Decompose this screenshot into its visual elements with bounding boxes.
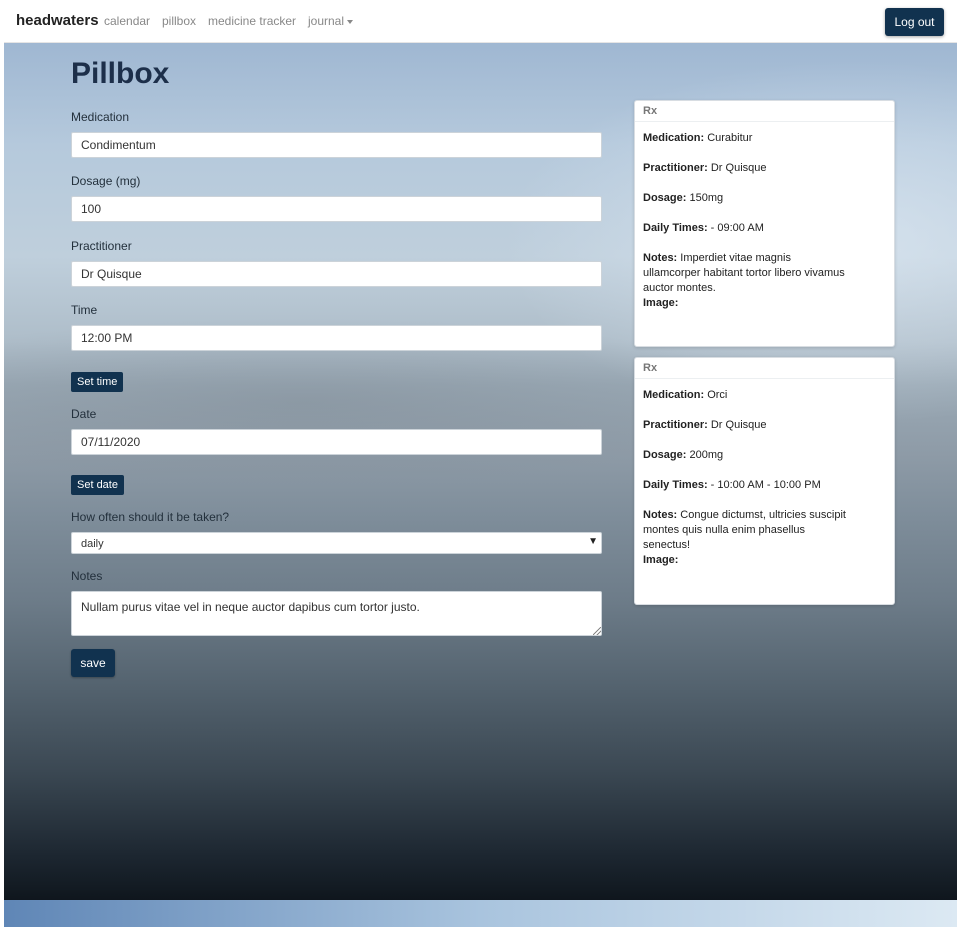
rx-medication-key: Medication: bbox=[643, 389, 705, 401]
rx-dosage: Dosage: 150mg bbox=[643, 191, 886, 206]
frequency-select-value: daily bbox=[81, 538, 104, 550]
rx-image-key: Image: bbox=[643, 297, 679, 309]
date-label: Date bbox=[71, 407, 97, 421]
background-strip bbox=[4, 900, 957, 927]
date-input[interactable] bbox=[71, 429, 602, 455]
dropdown-arrow-icon: ▼ bbox=[588, 536, 598, 547]
rx-dosage-value: 200mg bbox=[689, 449, 724, 461]
rx-card: Rx Medication: Curabitur Practitioner: D… bbox=[634, 100, 895, 347]
nav-link-medicine-tracker[interactable]: medicine tracker bbox=[208, 14, 296, 28]
navbar: headwaters calendar pillbox medicine tra… bbox=[4, 0, 957, 43]
dosage-input[interactable] bbox=[71, 196, 602, 222]
practitioner-label: Practitioner bbox=[71, 239, 132, 253]
page-title: Pillbox bbox=[71, 57, 170, 90]
rx-notes-key: Notes: bbox=[643, 509, 678, 521]
rx-card-body: Medication: Curabitur Practitioner: Dr Q… bbox=[635, 122, 894, 311]
rx-daily-times: Daily Times: - 10:00 AM - 10:00 PM bbox=[643, 478, 886, 493]
nav-link-pillbox[interactable]: pillbox bbox=[162, 14, 196, 28]
time-label: Time bbox=[71, 303, 98, 317]
rx-daily-times-key: Daily Times: bbox=[643, 479, 708, 491]
rx-practitioner: Practitioner: Dr Quisque bbox=[643, 161, 886, 176]
notes-label: Notes bbox=[71, 569, 103, 583]
rx-medication: Medication: Curabitur bbox=[643, 131, 886, 146]
rx-dosage-value: 150mg bbox=[689, 192, 724, 204]
medication-input[interactable] bbox=[71, 132, 602, 158]
rx-daily-times-key: Daily Times: bbox=[643, 222, 708, 234]
rx-card-header: Rx bbox=[635, 358, 894, 379]
practitioner-input[interactable] bbox=[71, 261, 602, 287]
caret-down-icon bbox=[347, 19, 354, 24]
rx-medication-value: Orci bbox=[707, 389, 728, 401]
medication-label: Medication bbox=[71, 110, 130, 124]
rx-card-body: Medication: Orci Practitioner: Dr Quisqu… bbox=[635, 379, 894, 568]
rx-dosage: Dosage: 200mg bbox=[643, 448, 886, 463]
save-button[interactable]: save bbox=[71, 649, 115, 677]
logout-button[interactable]: Log out bbox=[885, 8, 944, 36]
rx-practitioner-value: Dr Quisque bbox=[710, 162, 767, 174]
rx-practitioner-value: Dr Quisque bbox=[710, 419, 767, 431]
set-date-button[interactable]: Set date bbox=[71, 475, 124, 495]
rx-daily-times: Daily Times: - 09:00 AM bbox=[643, 221, 886, 236]
brand-logo[interactable]: headwaters bbox=[16, 12, 99, 29]
rx-notes-key: Notes: bbox=[643, 252, 678, 264]
rx-image: Image: bbox=[643, 296, 886, 311]
rx-image-key: Image: bbox=[643, 554, 679, 566]
app-frame: headwaters calendar pillbox medicine tra… bbox=[4, 0, 957, 927]
rx-medication: Medication: Orci bbox=[643, 388, 886, 403]
nav-dropdown-journal[interactable]: journal bbox=[308, 14, 354, 28]
frequency-select[interactable]: daily ▼ bbox=[71, 532, 602, 554]
notes-textarea[interactable]: Nullam purus vitae vel in neque auctor d… bbox=[71, 591, 602, 636]
resize-handle-icon[interactable] bbox=[593, 627, 601, 635]
frequency-label: How often should it be taken? bbox=[71, 510, 230, 524]
rx-medication-key: Medication: bbox=[643, 132, 705, 144]
rx-daily-times-value: - 10:00 AM - 10:00 PM bbox=[710, 479, 821, 491]
rx-card: Rx Medication: Orci Practitioner: Dr Qui… bbox=[634, 357, 895, 605]
rx-image: Image: bbox=[643, 553, 886, 568]
rx-dosage-key: Dosage: bbox=[643, 192, 687, 204]
set-time-button[interactable]: Set time bbox=[71, 372, 124, 392]
rx-practitioner-key: Practitioner: bbox=[643, 419, 708, 431]
rx-medication-value: Curabitur bbox=[707, 132, 753, 144]
time-input[interactable] bbox=[71, 325, 602, 351]
nav-link-calendar[interactable]: calendar bbox=[104, 14, 150, 28]
rx-practitioner-key: Practitioner: bbox=[643, 162, 708, 174]
rx-notes: Notes: Imperdiet vitae magnis ullamcorpe… bbox=[643, 251, 848, 296]
nav-dropdown-journal-label: journal bbox=[308, 14, 345, 28]
rx-dosage-key: Dosage: bbox=[643, 449, 687, 461]
rx-card-header: Rx bbox=[635, 101, 894, 122]
rx-notes: Notes: Congue dictumst, ultricies suscip… bbox=[643, 508, 853, 553]
rx-practitioner: Practitioner: Dr Quisque bbox=[643, 418, 886, 433]
rx-daily-times-value: - 09:00 AM bbox=[710, 222, 764, 234]
dosage-label: Dosage (mg) bbox=[71, 174, 141, 188]
